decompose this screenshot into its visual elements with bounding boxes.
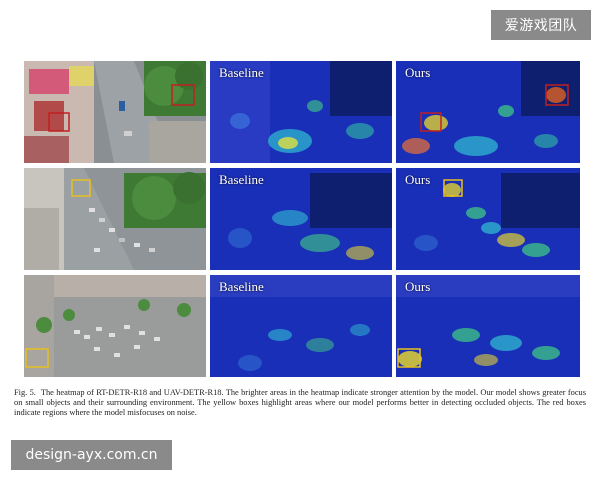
figure-number: Fig. 5. [14,388,36,397]
panel-label-ours: Ours [405,172,431,187]
panel-label-ours: Ours [405,279,431,294]
row1-ours-heatmap: Ours [396,61,580,163]
row2-ours-heatmap: Ours [396,168,580,270]
panel-label-ours: Ours [405,65,431,80]
row2-original-image [24,168,206,270]
caption-text: The heatmap of RT-DETR-R18 and UAV-DETR-… [14,388,586,418]
figure-caption: Fig. 5. The heatmap of RT-DETR-R18 and UA… [14,388,586,419]
watermark-top: 爱游戏团队 [491,10,591,40]
row3-ours-heatmap: Ours [396,275,580,377]
row1-original-image [24,61,206,163]
panel-label-baseline: Baseline [219,279,264,294]
watermark-bottom: design-ayx.com.cn [11,440,172,470]
figure-heatmap-grid: Baseline Ours Baseline Ours Baseline Our… [24,61,580,377]
row2-baseline-heatmap: Baseline [210,168,392,270]
panel-label-baseline: Baseline [219,172,264,187]
row1-baseline-heatmap: Baseline [210,61,392,163]
panel-label-baseline: Baseline [219,65,264,80]
row3-original-image [24,275,206,377]
row3-baseline-heatmap: Baseline [210,275,392,377]
